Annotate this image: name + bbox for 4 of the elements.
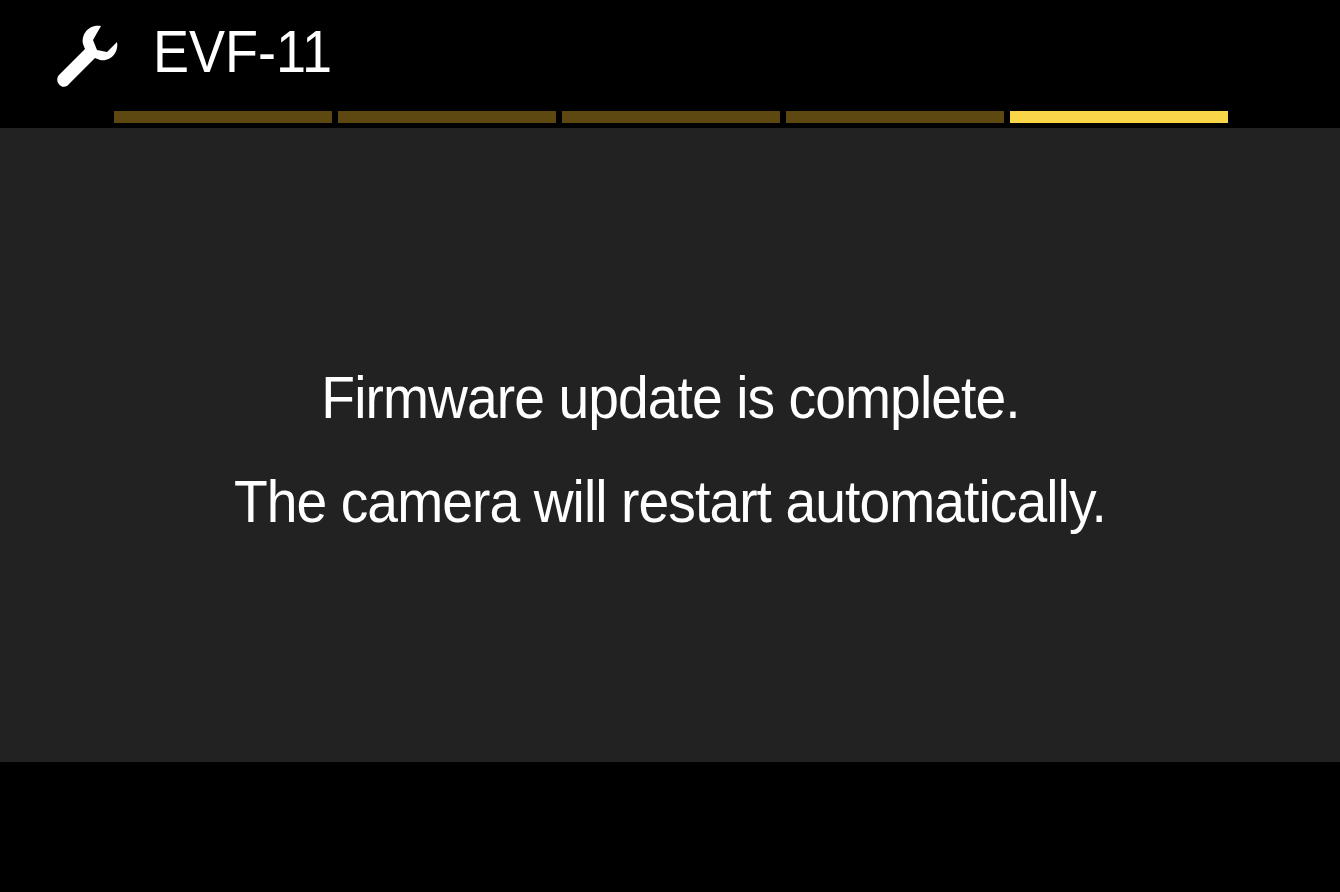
wrench-icon bbox=[55, 23, 119, 88]
message-text: Firmware update is complete. bbox=[320, 365, 1020, 431]
message-text: The camera will restart automatically. bbox=[234, 469, 1106, 535]
menu-title: EVF-11 bbox=[153, 21, 333, 82]
